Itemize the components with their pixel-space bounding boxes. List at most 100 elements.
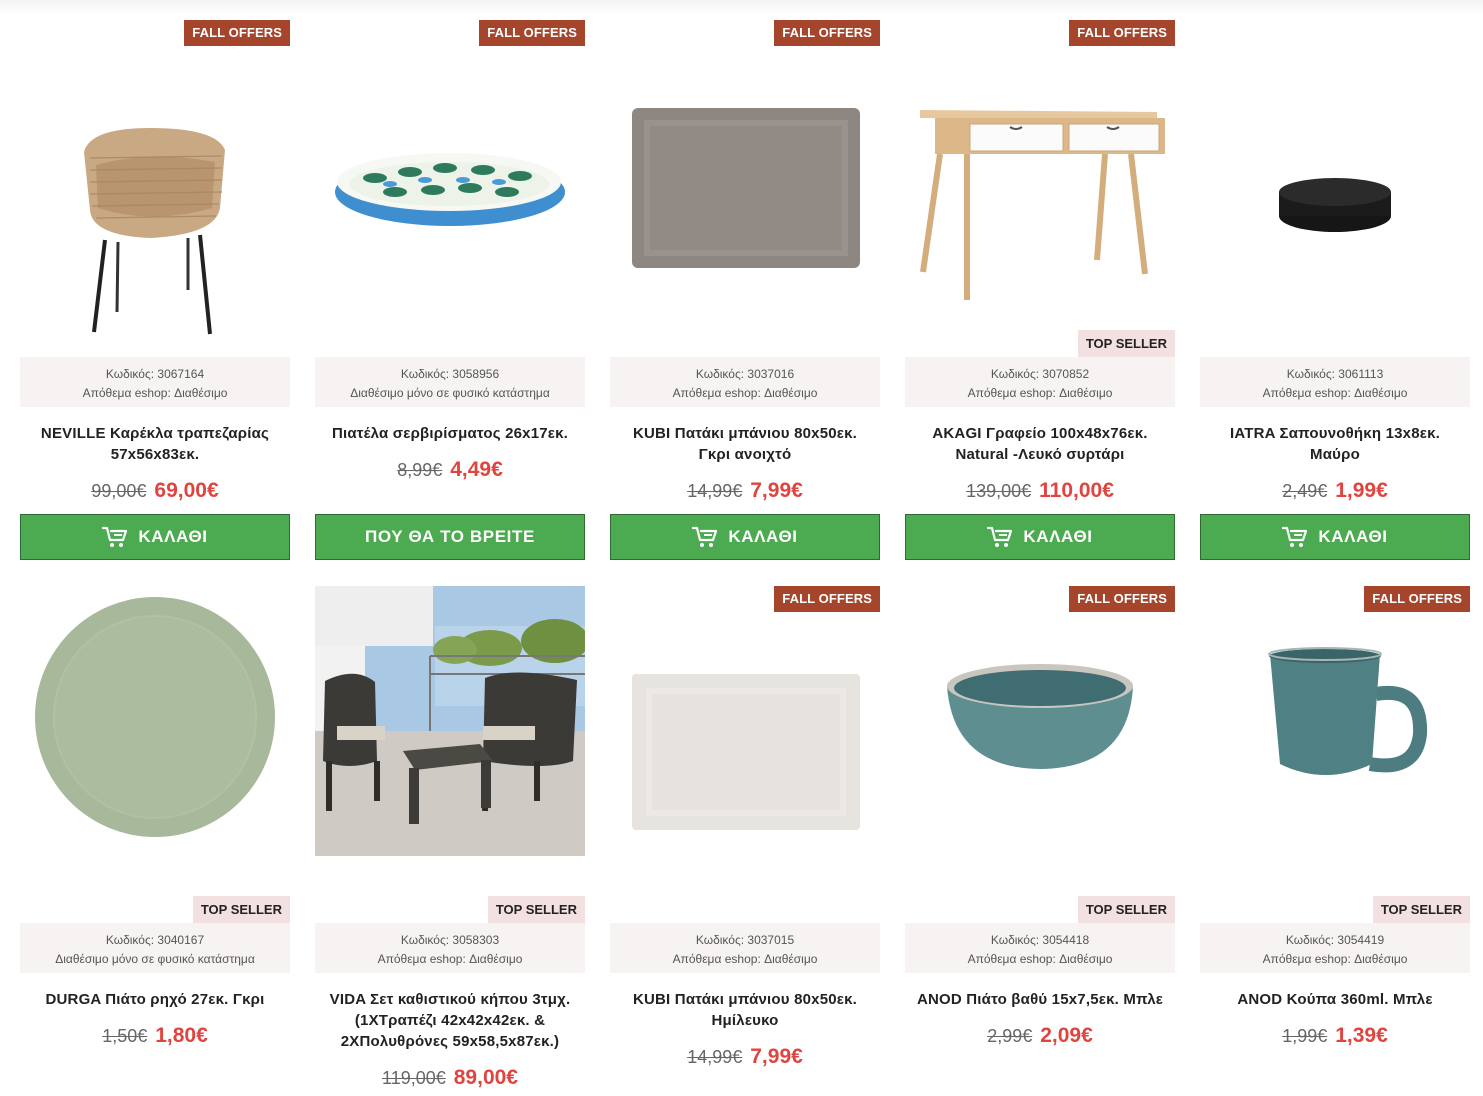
product-code: Κωδικός: 3037015 xyxy=(695,933,795,947)
price-row: 119,00€ 89,00€ xyxy=(315,1066,585,1090)
product-info-box: Κωδικός: 3070852 Απόθεμα eshop: Διαθέσιμο xyxy=(905,357,1175,407)
product-name[interactable]: IATRA Σαπουνοθήκη 13x8εκ. Μαύρο xyxy=(1200,423,1470,465)
product-name[interactable]: KUBI Πατάκι μπάνιου 80x50εκ. Ημίλευκο xyxy=(610,989,880,1031)
top-seller-badge: TOP SELLER xyxy=(1077,330,1175,357)
old-price: 14,99€ xyxy=(687,1047,743,1067)
price-row: 2,99€ 2,09€ xyxy=(905,1024,1175,1048)
new-price: 1,80€ xyxy=(155,1024,208,1047)
mug-icon xyxy=(1200,586,1470,923)
stock-status: Διαθέσιμο μόνο σε φυσικό κατάστημα xyxy=(350,386,550,400)
product-card: Κωδικός: 3061113 Απόθεμα eshop: Διαθέσιμο… xyxy=(1200,20,1470,560)
product-info-box: Κωδικός: 3054419 Απόθεμα eshop: Διαθέσιμο xyxy=(1200,923,1470,973)
green-plate-icon xyxy=(20,586,290,923)
stock-status: Απόθεμα eshop: Διαθέσιμο xyxy=(967,386,1113,400)
find-button-label: ΠΟΥ ΘΑ ΤΟ ΒΡΕΙΤΕ xyxy=(365,527,535,546)
old-price: 14,99€ xyxy=(687,481,743,501)
old-price: 139,00€ xyxy=(966,481,1032,501)
product-code: Κωδικός: 3058956 xyxy=(400,367,500,381)
price-row: 2,49€ 1,99€ xyxy=(1200,479,1470,503)
stock-status: Απόθεμα eshop: Διαθέσιμο xyxy=(672,952,818,966)
top-seller-badge: TOP SELLER xyxy=(487,896,585,923)
stock-status: Απόθεμα eshop: Διαθέσιμο xyxy=(1262,952,1408,966)
product-info-box: Κωδικός: 3037015 Απόθεμα eshop: Διαθέσιμο xyxy=(610,923,880,973)
product-image[interactable]: TOP SELLER xyxy=(315,586,589,923)
stock-status: Απόθεμα eshop: Διαθέσιμο xyxy=(82,386,228,400)
product-image[interactable] xyxy=(1200,20,1470,357)
product-name[interactable]: Πιατέλα σερβιρίσματος 26x17εκ. xyxy=(315,423,585,444)
add-to-cart-button[interactable]: ΚΑΛΑΘΙ xyxy=(20,514,290,560)
product-card: FALL OFFERS Κωδικός: 3037016 Απόθεμα eshop… xyxy=(610,20,880,560)
product-name[interactable]: ANOD Πιάτο βαθύ 15x7,5εκ. Μπλε xyxy=(905,989,1175,1010)
stock-status: Απόθεμα eshop: Διαθέσιμο xyxy=(1262,386,1408,400)
new-price: 89,00€ xyxy=(453,1066,518,1089)
product-name[interactable]: AKAGI Γραφείο 100x48x76εκ. Natural -Λευκ… xyxy=(905,423,1175,465)
where-to-find-button[interactable]: ΠΟΥ ΘΑ ΤΟ ΒΡΕΙΤΕ xyxy=(315,514,585,560)
stock-status: Απόθεμα eshop: Διαθέσιμο xyxy=(377,952,523,966)
old-price: 2,49€ xyxy=(1282,481,1328,501)
product-image[interactable]: FALL OFFERS TOP SELLER xyxy=(1200,586,1470,923)
stock-status: Διαθέσιμο μόνο σε φυσικό κατάστημα xyxy=(55,952,255,966)
fall-offers-badge: FALL OFFERS xyxy=(774,20,880,46)
product-card: FALL OFFERS Κωδικός: 3058956 Διαθέσιμο μόν… xyxy=(315,20,585,560)
new-price: 7,99€ xyxy=(750,479,803,502)
cart-button-label: ΚΑΛΑΘΙ xyxy=(728,527,798,546)
cart-icon xyxy=(692,526,718,547)
product-code: Κωδικός: 3040167 xyxy=(105,933,205,947)
product-image[interactable]: FALL OFFERS TOP SELLER xyxy=(905,586,1175,923)
product-image[interactable]: TOP SELLER xyxy=(20,586,290,923)
product-code: Κωδικός: 3067164 xyxy=(105,367,205,381)
product-name[interactable]: DURGA Πιάτο ρηχό 27εκ. Γκρι xyxy=(20,989,290,1010)
fall-offers-badge: FALL OFFERS xyxy=(1069,586,1175,612)
fall-offers-badge: FALL OFFERS xyxy=(774,586,880,612)
product-image[interactable]: FALL OFFERS xyxy=(610,20,880,357)
product-info-box: Κωδικός: 3037016 Απόθεμα eshop: Διαθέσιμο xyxy=(610,357,880,407)
cart-button-label: ΚΑΛΑΘΙ xyxy=(138,527,208,546)
new-price: 7,99€ xyxy=(750,1045,803,1068)
add-to-cart-button[interactable]: ΚΑΛΑΘΙ xyxy=(610,514,880,560)
cart-button-label: ΚΑΛΑΘΙ xyxy=(1318,527,1388,546)
stock-status: Απόθεμα eshop: Διαθέσιμο xyxy=(672,386,818,400)
white-bath-mat-icon xyxy=(610,586,880,923)
new-price: 2,09€ xyxy=(1040,1024,1093,1047)
garden-set-photo xyxy=(315,586,589,923)
old-price: 2,99€ xyxy=(987,1026,1033,1046)
product-name[interactable]: NEVILLE Καρέκλα τραπεζαρίας 57x56x83εκ. xyxy=(20,423,290,465)
product-image[interactable]: FALL OFFERS xyxy=(315,20,585,357)
fall-offers-badge: FALL OFFERS xyxy=(184,20,290,46)
price-row: 8,99€ 4,49€ xyxy=(315,458,585,482)
product-name[interactable]: ANOD Κούπα 360ml. Μπλε xyxy=(1200,989,1470,1010)
bowl-icon xyxy=(905,586,1175,923)
new-price: 69,00€ xyxy=(154,479,219,502)
new-price: 110,00€ xyxy=(1039,479,1114,502)
price-row: 139,00€ 110,00€ xyxy=(905,479,1175,503)
price-row: 14,99€ 7,99€ xyxy=(610,479,880,503)
price-row: 1,50€ 1,80€ xyxy=(20,1024,290,1048)
top-seller-badge: TOP SELLER xyxy=(1077,896,1175,923)
cart-icon xyxy=(102,526,128,547)
top-seller-badge: TOP SELLER xyxy=(192,896,290,923)
new-price: 1,99€ xyxy=(1335,479,1388,502)
cart-icon xyxy=(987,526,1013,547)
product-card: FALL OFFERS TOP SELLER Κωδικός: 3054419 Από… xyxy=(1200,586,1470,1096)
rattan-chair-icon xyxy=(20,20,290,357)
product-code: Κωδικός: 3061113 xyxy=(1286,367,1384,381)
product-name[interactable]: KUBI Πατάκι μπάνιου 80x50εκ. Γκρι ανοιχτ… xyxy=(610,423,880,465)
product-image[interactable]: FALL OFFERS xyxy=(20,20,290,357)
product-info-box: Κωδικός: 3040167 Διαθέσιμο μόνο σε φυσικό… xyxy=(20,923,290,973)
product-code: Κωδικός: 3054418 xyxy=(990,933,1090,947)
product-info-box: Κωδικός: 3054418 Απόθεμα eshop: Διαθέσιμο xyxy=(905,923,1175,973)
price-row: 99,00€ 69,00€ xyxy=(20,479,290,503)
product-card: FALL OFFERS Κωδικός: 3037015 Απόθεμα eshop… xyxy=(610,586,880,1096)
add-to-cart-button[interactable]: ΚΑΛΑΘΙ xyxy=(1200,514,1470,560)
desk-icon xyxy=(905,20,1175,357)
product-info-box: Κωδικός: 3061113 Απόθεμα eshop: Διαθέσιμο xyxy=(1200,357,1470,407)
product-code: Κωδικός: 3054419 xyxy=(1285,933,1385,947)
product-image[interactable]: FALL OFFERS TOP SELLER xyxy=(905,20,1175,357)
product-info-box: Κωδικός: 3067164 Απόθεμα eshop: Διαθέσιμο xyxy=(20,357,290,407)
product-card: TOP SELLER Κωδικός: 3058303 Απόθεμα eshop:… xyxy=(315,586,589,1096)
top-seller-badge: TOP SELLER xyxy=(1372,896,1470,923)
product-code: Κωδικός: 3070852 xyxy=(990,367,1090,381)
product-name[interactable]: VIDA Σετ καθιστικού κήπου 3τμχ. (1ΧΤραπέ… xyxy=(315,989,585,1052)
add-to-cart-button[interactable]: ΚΑΛΑΘΙ xyxy=(905,514,1175,560)
product-image[interactable]: FALL OFFERS xyxy=(610,586,880,923)
